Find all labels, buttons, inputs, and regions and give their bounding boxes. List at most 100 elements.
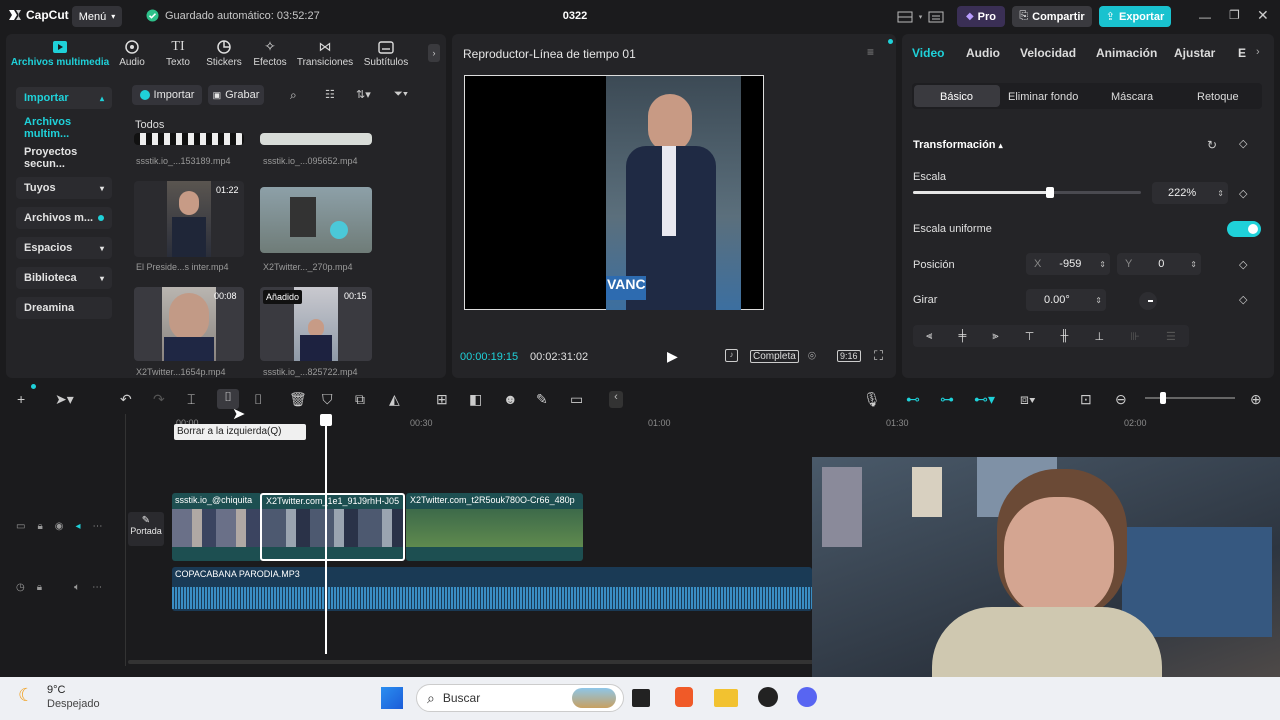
chevron-right-icon[interactable]: ›	[1256, 46, 1260, 58]
more-icon[interactable]: ⋯	[92, 582, 102, 593]
align-left-icon[interactable]: ⫷	[926, 330, 932, 343]
timeline-scrollbar[interactable]	[128, 660, 818, 664]
discord-icon[interactable]	[797, 687, 817, 707]
chevron-down-icon[interactable]: ▾	[919, 13, 923, 21]
freeze-icon[interactable]: ⊞	[436, 391, 448, 408]
audio-mute-icon[interactable]: ◂	[76, 521, 81, 532]
speaker-icon[interactable]: 🔈︎	[74, 582, 80, 593]
pro-button[interactable]: ◆ Pro	[957, 6, 1005, 27]
maximize-button[interactable]: ❐	[1229, 8, 1240, 22]
keyframe-icon[interactable]: ◇	[1239, 293, 1247, 306]
tiktok-icon[interactable]: ♪	[725, 349, 738, 362]
fullscreen-icon[interactable]: ⛶	[874, 348, 883, 364]
align-right-icon[interactable]: ⫸	[992, 330, 998, 343]
align-bottom-icon[interactable]: ⊥	[1094, 330, 1104, 343]
screenshot-icon[interactable]: ⌾	[808, 348, 816, 364]
tab-more[interactable]: E	[1238, 46, 1246, 60]
layout-icon[interactable]	[897, 11, 913, 23]
marker-icon[interactable]: ⛉	[322, 391, 333, 408]
tab-subtitles[interactable]: Subtítulos	[358, 34, 414, 74]
tab-transitions[interactable]: ⋈ Transiciones	[294, 34, 356, 74]
sort-icon[interactable]: ⇅▾	[356, 88, 371, 101]
view-icon[interactable]: ☷	[325, 88, 335, 101]
sidebar-item-yours[interactable]: Tuyos ▾	[16, 177, 112, 199]
zoom-slider-handle[interactable]	[1160, 392, 1166, 404]
chevron-left-icon[interactable]: ‹	[609, 391, 623, 408]
tab-speed[interactable]: Velocidad	[1020, 46, 1076, 60]
snap-icon[interactable]: ⊷▾	[974, 391, 995, 408]
link-icon[interactable]: ⊷	[906, 391, 920, 408]
distribute-v-icon[interactable]: ☰	[1166, 330, 1176, 343]
trash-icon[interactable]: 🗑	[289, 391, 307, 408]
search-icon[interactable]: ⌕	[290, 88, 297, 103]
undo-icon[interactable]: ↶	[120, 391, 132, 408]
reset-icon[interactable]: ↻	[1207, 138, 1217, 152]
crop-icon[interactable]: ⧉	[355, 391, 365, 408]
chevron-right-icon[interactable]: ›	[428, 44, 440, 62]
video-clip[interactable]: ssstik.io_@chiquita	[172, 493, 262, 561]
tab-animation[interactable]: Animación	[1096, 46, 1157, 60]
preview-canvas[interactable]: VANC	[464, 75, 764, 310]
subtab-retouch[interactable]: Retoque	[1197, 91, 1239, 103]
export-button[interactable]: ⇪ Exportar	[1099, 6, 1171, 27]
tab-stickers[interactable]: Stickers	[202, 34, 246, 74]
audio-clip[interactable]: COPACABANA PARODIA.MP3	[172, 567, 812, 611]
video-clip-selected[interactable]: X2Twitter.com_1e1_91J9rhH-J05	[260, 493, 405, 561]
sidebar-item-spaces[interactable]: Espacios ▾	[16, 237, 112, 259]
align-center-h-icon[interactable]: ╪	[958, 330, 966, 342]
quality-button[interactable]: Completa	[750, 350, 799, 363]
magic-icon[interactable]: ✎	[536, 391, 548, 408]
folder-icon[interactable]	[714, 689, 738, 707]
windows-start-icon[interactable]	[381, 687, 403, 709]
split-icon[interactable]: ⌶	[187, 391, 195, 408]
app-icon[interactable]	[758, 687, 778, 707]
zoom-out-icon[interactable]: ⊖	[1115, 391, 1127, 408]
ratio-button[interactable]: 9:16	[837, 350, 861, 362]
rotate-input[interactable]: 0.00° ⇕	[1026, 289, 1106, 311]
align-top-icon[interactable]: ⊤	[1025, 330, 1035, 343]
layout-controls[interactable]: ▾	[893, 6, 948, 27]
distribute-h-icon[interactable]: ⊪	[1130, 330, 1140, 343]
zoom-in-icon[interactable]: ⊕	[1250, 391, 1262, 408]
filter-icon[interactable]: ⏷▾	[394, 88, 408, 101]
minimize-button[interactable]: —	[1199, 10, 1211, 24]
stepper-icon[interactable]: ⇕	[1190, 260, 1197, 269]
tab-audio-inspector[interactable]: Audio	[966, 46, 1000, 60]
transform-section[interactable]: Transformación ▴	[913, 139, 1003, 151]
video-clip[interactable]: X2Twitter.com_t2R5ouk780O-Cr66_480p	[406, 493, 583, 561]
sidebar-item-import[interactable]: Importar ▴	[16, 87, 112, 109]
keyframe-icon[interactable]: ◇	[1239, 258, 1247, 271]
scale-slider[interactable]	[913, 187, 1141, 198]
scale-slider-handle[interactable]	[1045, 187, 1054, 198]
media-thumb[interactable]	[134, 133, 244, 145]
keyframe-icon[interactable]: ◇	[1239, 187, 1247, 200]
eye-icon[interactable]: ◉	[55, 521, 64, 532]
sidebar-item-subprojects[interactable]: Proyectos secun...	[16, 146, 112, 170]
import-button[interactable]: Importar	[132, 85, 202, 105]
stepper-icon[interactable]: ⇕	[1099, 260, 1106, 269]
tab-effects[interactable]: ✧ Efectos	[250, 34, 290, 74]
media-thumb[interactable]	[260, 187, 372, 253]
delete-right-icon[interactable]: ⌷	[254, 391, 262, 408]
stepper-icon[interactable]: ⇕	[1095, 296, 1102, 305]
sidebar-item-dreamina[interactable]: Dreamina	[16, 297, 112, 319]
lock-icon[interactable]: 🔒︎	[37, 521, 42, 532]
hd-icon[interactable]: ▭	[570, 391, 583, 408]
rotate-dial[interactable]	[1139, 292, 1157, 310]
stepper-icon[interactable]: ⇕	[1217, 189, 1224, 198]
hamburger-icon[interactable]: ≡	[867, 45, 874, 59]
scale-input[interactable]: 222% ⇕	[1152, 182, 1228, 204]
subtab-basic[interactable]: Básico	[940, 91, 973, 103]
add-track-icon[interactable]: +	[17, 391, 25, 407]
sidebar-item-media-files[interactable]: Archivos multim...	[16, 116, 112, 140]
redo-icon[interactable]: ↷	[153, 391, 165, 408]
fit-icon[interactable]: ⊡	[1080, 391, 1092, 408]
keyframe-icon[interactable]: ◇	[1239, 137, 1247, 150]
tab-audio[interactable]: Audio	[112, 34, 152, 74]
select-tool-icon[interactable]: ➤▾	[55, 391, 74, 408]
tab-media[interactable]: Archivos multimedia	[10, 34, 110, 74]
speed-icon[interactable]: ◭	[389, 391, 400, 408]
position-x-input[interactable]: X -959 ⇕	[1026, 253, 1110, 275]
sidebar-item-library[interactable]: Biblioteca ▾	[16, 267, 112, 289]
preview-axis-icon[interactable]: ⧈▾	[1020, 391, 1036, 408]
